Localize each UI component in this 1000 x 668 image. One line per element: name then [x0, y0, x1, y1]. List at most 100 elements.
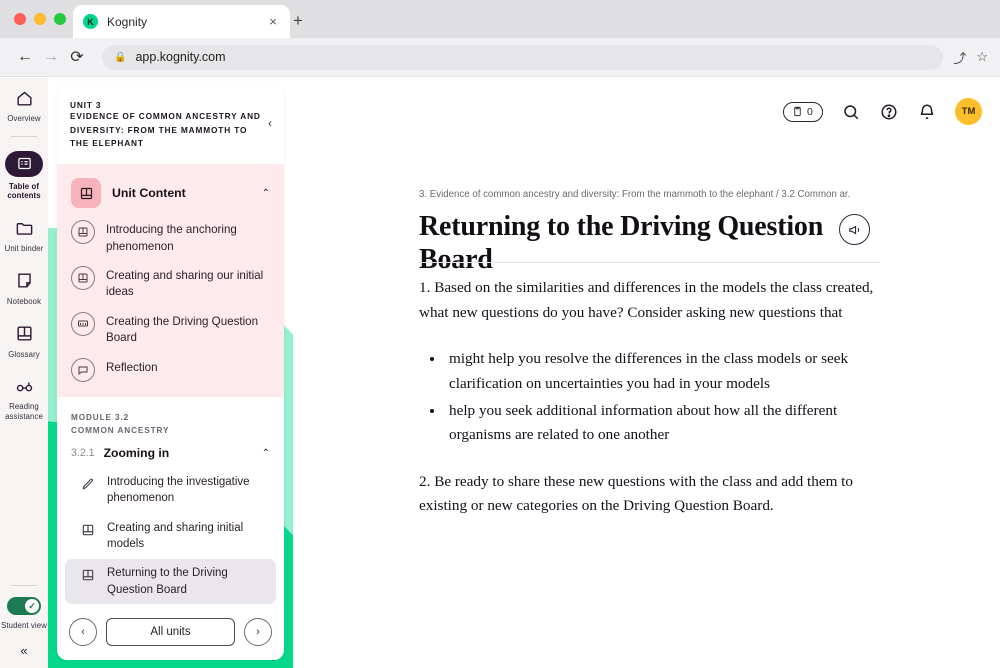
- paragraph-2: 2. Be ready to share these new questions…: [419, 472, 854, 515]
- book-icon: [13, 323, 35, 345]
- all-units-button[interactable]: All units: [106, 618, 235, 646]
- sidebar-item-label: Table of contents: [7, 181, 41, 201]
- sidebar-item-label: Overview: [7, 114, 41, 123]
- board-icon: [71, 311, 95, 336]
- close-window-button[interactable]: [14, 13, 26, 25]
- list-item-label: Creating and sharing our initial ideas: [106, 268, 264, 299]
- book-icon: [71, 220, 95, 245]
- bullet-list: might help you resolve the differences i…: [445, 347, 884, 448]
- browser-toolbar: ← → ⟳ 🔒 app.kognity.com ⤴ ☆: [0, 38, 1000, 77]
- module-section: MODULE 3.2 COMMON ANCESTRY 3.2.1 Zooming…: [57, 396, 284, 608]
- breadcrumb: 3. Evidence of common ancestry and diver…: [419, 189, 851, 200]
- window-controls: [14, 13, 66, 25]
- kognity-page: 0 TM 3. Evidence of common ancestry and …: [0, 78, 1000, 668]
- notifications-button[interactable]: [917, 102, 937, 122]
- unit-content-label: Unit Content: [112, 186, 186, 201]
- clipboard-icon: [794, 106, 801, 117]
- page-title: Returning to the Driving Question Board: [419, 211, 824, 276]
- minimize-window-button[interactable]: [34, 13, 46, 25]
- sidebar-item-label: Reading assistance: [5, 402, 43, 422]
- note-icon: [13, 270, 35, 292]
- glasses-icon: [13, 375, 35, 397]
- unit-content-header[interactable]: Unit Content ⌃: [57, 172, 284, 214]
- lock-icon: 🔒: [114, 51, 127, 63]
- lesson-body: 1. Based on the similarities and differe…: [419, 276, 884, 541]
- browser-tab[interactable]: K Kognity ×: [73, 5, 290, 38]
- close-tab-icon[interactable]: ×: [266, 14, 280, 29]
- top-toolbar: 0 TM: [783, 98, 982, 125]
- list-item: help you seek additional information abo…: [445, 399, 884, 448]
- sidebar-item-reading-assistance[interactable]: Reading assistance: [0, 366, 48, 428]
- toggle-knob: ✓: [25, 599, 39, 614]
- browser-tab-strip: K Kognity × +: [0, 0, 1000, 38]
- previous-button[interactable]: ‹: [69, 618, 97, 646]
- list-item[interactable]: Introducing the anchoring phenomenon: [57, 214, 284, 260]
- share-icon[interactable]: ⤴: [953, 48, 966, 67]
- search-icon: [844, 104, 859, 119]
- forward-icon[interactable]: →: [38, 48, 64, 66]
- unit-content-section: Unit Content ⌃ Introducing the anchoring…: [57, 164, 284, 397]
- chevron-up-icon[interactable]: ⌃: [262, 188, 270, 199]
- main-content: 0 TM 3. Evidence of common ancestry and …: [293, 78, 1000, 668]
- avatar[interactable]: TM: [955, 98, 982, 125]
- help-button[interactable]: [879, 102, 899, 122]
- sidebar-item-notebook[interactable]: Notebook: [0, 261, 48, 314]
- tab-title: Kognity: [107, 14, 148, 29]
- bookmark-star-icon[interactable]: ☆: [976, 49, 988, 65]
- left-rail: Overview Table of contents Unit binder N…: [0, 78, 48, 668]
- book-icon: [79, 521, 97, 539]
- address-bar[interactable]: 🔒 app.kognity.com: [102, 44, 944, 70]
- divider: [419, 262, 880, 263]
- list-item[interactable]: Introducing the investigative phenomenon: [65, 468, 276, 513]
- sidebar-item-unit-binder[interactable]: Unit binder: [0, 208, 48, 261]
- reload-icon[interactable]: ⟳: [64, 47, 90, 67]
- url-text: app.kognity.com: [135, 50, 226, 64]
- collapse-rail-button[interactable]: «: [20, 643, 27, 658]
- pencil-icon: [79, 475, 97, 493]
- list-item-active[interactable]: Returning to the Driving Question Board: [65, 559, 276, 604]
- book-icon: [71, 178, 101, 209]
- sidebar-item-label: Unit binder: [4, 244, 44, 254]
- table-of-contents-panel: UNIT 3 EVIDENCE OF COMMON ANCESTRY AND D…: [57, 86, 284, 660]
- list-item[interactable]: Creating and sharing our initial ideas: [57, 260, 284, 306]
- notes-button[interactable]: 0: [783, 101, 823, 122]
- student-view-label: Student view: [1, 621, 47, 631]
- list-item-label: Introducing the investigative phenomenon: [107, 476, 250, 505]
- search-button[interactable]: [841, 102, 861, 122]
- rail-divider: [11, 585, 37, 587]
- module-number: 3.2.1: [71, 447, 95, 460]
- help-icon: [881, 104, 897, 119]
- home-icon: [13, 87, 35, 109]
- student-view-toggle[interactable]: ✓: [7, 597, 41, 616]
- list-item-label: Reflection: [106, 360, 158, 374]
- rail-bottom: ✓ Student view «: [0, 580, 48, 658]
- megaphone-icon: [848, 225, 859, 234]
- book-icon: [71, 265, 95, 290]
- toc-scroll-area: Unit Content ⌃ Introducing the anchoring…: [57, 164, 284, 608]
- new-tab-button[interactable]: +: [293, 11, 303, 31]
- toc-footer-nav: ‹ All units ›: [57, 608, 284, 660]
- maximize-window-button[interactable]: [54, 13, 66, 25]
- chevron-up-icon[interactable]: ⌃: [262, 448, 270, 459]
- rail-divider: [11, 135, 37, 137]
- list-item[interactable]: Creating the Driving Question Board: [57, 306, 284, 352]
- list-item[interactable]: Reflection: [57, 352, 284, 387]
- sidebar-item-table-of-contents[interactable]: Table of contents: [0, 142, 48, 208]
- sidebar-item-label: Notebook: [6, 296, 42, 306]
- list-item-label: Creating and sharing initial models: [107, 521, 244, 551]
- module-header[interactable]: 3.2.1 Zooming in ⌃: [57, 437, 284, 467]
- book-icon: [79, 566, 97, 584]
- list-item[interactable]: Creating and sharing initial models: [65, 514, 276, 559]
- back-icon[interactable]: ←: [12, 48, 38, 66]
- unit-kicker: UNIT 3: [70, 100, 102, 110]
- collapse-toc-icon[interactable]: ‹: [268, 100, 272, 151]
- list-item-label: Introducing the anchoring phenomenon: [106, 223, 237, 253]
- sidebar-item-glossary[interactable]: Glossary: [0, 314, 48, 367]
- next-button[interactable]: ›: [244, 618, 272, 646]
- unit-header: UNIT 3 EVIDENCE OF COMMON ANCESTRY AND D…: [57, 86, 284, 165]
- kognity-favicon: K: [83, 14, 98, 29]
- folder-icon: [13, 217, 35, 239]
- notes-count: 0: [807, 105, 813, 118]
- read-aloud-button[interactable]: [839, 214, 870, 245]
- sidebar-item-overview[interactable]: Overview: [0, 78, 48, 131]
